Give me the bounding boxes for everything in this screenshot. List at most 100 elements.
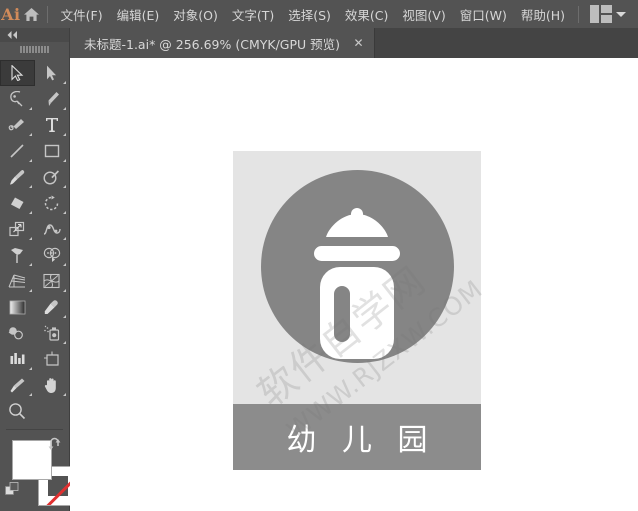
tool-flyout-indicator [28, 159, 32, 162]
perspective-grid-tool[interactable] [0, 268, 35, 294]
menubar-divider [46, 5, 48, 23]
tool-flyout-indicator [28, 185, 32, 188]
gradient-tool[interactable] [0, 294, 35, 320]
menu-file[interactable]: 文件(F) [54, 0, 110, 28]
blend-tool[interactable] [0, 320, 35, 346]
tool-flyout-indicator [63, 133, 66, 136]
document-canvas[interactable]: 幼 儿 园 软件自学网 WWW.RJZXW.COM [70, 58, 638, 511]
scale-tool[interactable] [0, 216, 35, 242]
tool-flyout-indicator [28, 211, 32, 214]
workspace-layout-icon [590, 5, 612, 23]
column-graph-tool[interactable] [0, 346, 35, 372]
tool-row [0, 216, 69, 242]
tool-flyout-indicator [28, 263, 32, 266]
direct-selection-tool[interactable] [35, 60, 70, 86]
tool-flyout-indicator [63, 393, 66, 396]
artwork-label-text: 幼 儿 园 [286, 423, 436, 458]
tool-row [0, 164, 69, 190]
default-fill-stroke-icon[interactable] [5, 482, 20, 497]
artwork-label-band: 幼 儿 园 [233, 404, 481, 470]
tool-row [0, 86, 69, 112]
shape-builder-tool[interactable] [35, 242, 70, 268]
illustrator-window: Ai 文件(F) 编辑(E) 对象(O) 文字(T) 选择(S) 效果(C) 视… [0, 0, 638, 511]
tool-flyout-indicator [63, 185, 66, 188]
type-tool[interactable] [35, 112, 70, 138]
menu-bar: Ai 文件(F) 编辑(E) 对象(O) 文字(T) 选择(S) 效果(C) 视… [0, 0, 638, 28]
slice-tool[interactable] [0, 372, 35, 398]
symbol-sprayer-tool[interactable] [35, 320, 70, 346]
menu-select[interactable]: 选择(S) [281, 0, 338, 28]
shaper-tool[interactable] [35, 164, 70, 190]
pen-tool[interactable] [35, 86, 70, 112]
artboard-tool[interactable] [35, 346, 70, 372]
tool-flyout-indicator [28, 133, 32, 136]
eraser-tool[interactable] [0, 190, 35, 216]
menubar-divider-right [578, 5, 579, 23]
magic-wand-tool[interactable] [0, 86, 35, 112]
ai-logo: Ai [1, 4, 21, 24]
workspace-switcher-button[interactable] [585, 0, 631, 28]
selection-tool[interactable] [0, 60, 35, 86]
menu-effect[interactable]: 效果(C) [338, 0, 395, 28]
tool-row [0, 346, 69, 372]
rectangle-tool[interactable] [35, 138, 70, 164]
tool-flyout-indicator [63, 341, 66, 344]
tool-row [0, 242, 69, 268]
paintbrush-tool[interactable] [0, 164, 35, 190]
drag-handle-icon[interactable] [0, 42, 69, 56]
tool-row [0, 268, 69, 294]
tool-flyout-indicator [63, 211, 66, 214]
tool-flyout-indicator [63, 263, 66, 266]
tool-flyout-indicator [63, 237, 66, 240]
tool-flyout-indicator [28, 237, 32, 240]
tool-flyout-indicator [63, 107, 66, 110]
menu-window[interactable]: 窗口(W) [453, 0, 514, 28]
document-tab[interactable]: 未标题-1.ai* @ 256.69% (CMYK/GPU 预览) ✕ [70, 28, 376, 58]
menu-help[interactable]: 帮助(H) [514, 0, 572, 28]
menubar-right [572, 0, 638, 28]
tool-flyout-indicator [63, 289, 66, 292]
tool-panel [0, 28, 78, 511]
tool-flyout-indicator [28, 393, 32, 396]
tool-flyout-indicator [28, 107, 32, 110]
double-chevron-left-icon [7, 31, 17, 39]
hand-tool[interactable] [35, 372, 70, 398]
tool-row [0, 372, 69, 398]
tool-row [0, 320, 69, 346]
free-transform-tool[interactable] [0, 242, 35, 268]
tool-row [0, 190, 69, 216]
tool-row [0, 112, 69, 138]
menu-edit[interactable]: 编辑(E) [110, 0, 167, 28]
tool-flyout-indicator [28, 289, 32, 292]
tool-flyout-indicator [63, 81, 66, 84]
tool-flyout-indicator [28, 367, 32, 370]
menu-type[interactable]: 文字(T) [225, 0, 281, 28]
baby-bottle-icon [314, 208, 400, 359]
tool-flyout-indicator [63, 315, 66, 318]
tool-row [0, 138, 69, 164]
document-tab-bar: 未标题-1.ai* @ 256.69% (CMYK/GPU 预览) ✕ [70, 28, 638, 58]
home-icon[interactable] [22, 0, 41, 28]
tool-flyout-indicator [63, 159, 66, 162]
line-segment-tool[interactable] [0, 138, 35, 164]
menu-items: 文件(F) 编辑(E) 对象(O) 文字(T) 选择(S) 效果(C) 视图(V… [54, 0, 572, 28]
width-tool[interactable] [35, 216, 70, 242]
rotate-tool[interactable] [35, 190, 70, 216]
tool-slot-empty [35, 398, 70, 424]
fill-swatch[interactable] [12, 440, 52, 480]
tool-list [0, 56, 69, 424]
close-icon[interactable]: ✕ [352, 37, 365, 49]
tool-panel-divider [6, 429, 63, 430]
swap-fill-stroke-icon[interactable] [47, 436, 63, 450]
eyedropper-tool[interactable] [35, 294, 70, 320]
tool-row [0, 60, 69, 86]
zoom-tool[interactable] [0, 398, 35, 424]
tool-row [0, 294, 69, 320]
chevron-down-icon [616, 11, 626, 17]
collapse-panel-button[interactable] [0, 28, 69, 42]
menu-object[interactable]: 对象(O) [166, 0, 225, 28]
artwork-group[interactable]: 幼 儿 园 软件自学网 WWW.RJZXW.COM [233, 151, 488, 470]
curvature-tool[interactable] [0, 112, 35, 138]
menu-view[interactable]: 视图(V) [395, 0, 452, 28]
mesh-tool[interactable] [35, 268, 70, 294]
